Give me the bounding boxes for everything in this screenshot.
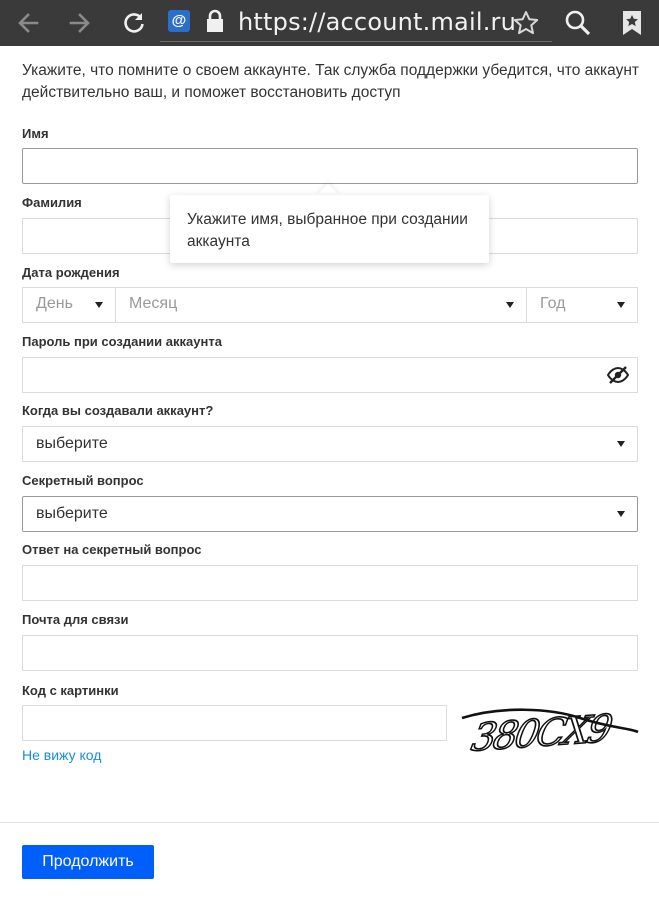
lock-icon bbox=[207, 9, 223, 32]
dob-month-select[interactable]: Месяц bbox=[116, 288, 526, 322]
account-created-select[interactable]: выберите bbox=[22, 426, 638, 462]
password-input[interactable] bbox=[22, 357, 638, 393]
captcha-label: Код с картинки bbox=[22, 683, 119, 698]
footer-divider bbox=[0, 822, 659, 823]
chevron-down-icon bbox=[617, 441, 625, 447]
intro-text: Укажите, что помните о своем аккаунте. Т… bbox=[22, 62, 640, 101]
captcha-image: 380CX9 bbox=[461, 706, 639, 761]
secret-question-label: Секретный вопрос bbox=[22, 473, 144, 488]
first-name-tooltip: Укажите имя, выбранное при создании акка… bbox=[170, 195, 489, 263]
forward-button[interactable] bbox=[60, 0, 100, 46]
cant-see-code-link[interactable]: Не вижу код bbox=[22, 747, 101, 763]
bookmark-icon bbox=[623, 11, 641, 35]
bookmarks-button[interactable] bbox=[612, 0, 652, 46]
contact-email-input[interactable] bbox=[22, 635, 638, 671]
forward-arrow-icon bbox=[69, 13, 90, 33]
url-text: https://account.mail.ru bbox=[238, 8, 516, 36]
back-arrow-icon bbox=[18, 13, 39, 33]
account-created-label: Когда вы создавали аккаунт? bbox=[22, 403, 214, 418]
captcha-input[interactable] bbox=[22, 705, 447, 741]
first-name-label: Имя bbox=[22, 126, 49, 141]
account-created-value: выберите bbox=[36, 435, 108, 452]
eye-hidden-icon[interactable] bbox=[607, 365, 629, 385]
star-icon bbox=[513, 11, 539, 35]
secret-answer-input[interactable] bbox=[22, 565, 638, 601]
search-icon bbox=[565, 10, 591, 36]
password-label: Пароль при создании аккаунта bbox=[22, 334, 222, 349]
chevron-down-icon bbox=[617, 302, 625, 308]
chevron-down-icon bbox=[617, 511, 625, 517]
last-name-label: Фамилия bbox=[22, 195, 82, 210]
site-favicon: @ bbox=[168, 10, 190, 32]
secret-question-value: выберите bbox=[36, 505, 108, 522]
search-button[interactable] bbox=[558, 0, 598, 46]
address-bar[interactable]: @ https://account.mail.ru bbox=[160, 4, 552, 42]
dob-day-select[interactable]: День bbox=[23, 288, 115, 322]
dob-month-placeholder: Месяц bbox=[129, 295, 178, 312]
dob-year-select[interactable]: Год bbox=[527, 288, 637, 322]
first-name-input[interactable] bbox=[22, 148, 638, 184]
dob-year-placeholder: Год bbox=[540, 295, 566, 312]
captcha-glyphs: 380CX9 bbox=[468, 707, 615, 761]
browser-toolbar: @ https://account.mail.ru bbox=[0, 0, 659, 46]
secret-question-select[interactable]: выберите bbox=[22, 496, 638, 532]
reload-button[interactable] bbox=[114, 0, 154, 46]
secret-answer-label: Ответ на секретный вопрос bbox=[22, 542, 202, 557]
back-button[interactable] bbox=[8, 0, 48, 46]
dob-select-group: День Месяц Год bbox=[22, 287, 638, 323]
chevron-down-icon bbox=[506, 302, 514, 308]
contact-email-label: Почта для связи bbox=[22, 612, 129, 627]
dob-label: Дата рождения bbox=[22, 265, 120, 280]
dob-day-placeholder: День bbox=[36, 295, 73, 312]
bookmark-star-button[interactable] bbox=[506, 0, 546, 46]
continue-button[interactable]: Продолжить bbox=[22, 845, 154, 879]
chevron-down-icon bbox=[95, 302, 103, 308]
reload-icon bbox=[124, 13, 144, 33]
